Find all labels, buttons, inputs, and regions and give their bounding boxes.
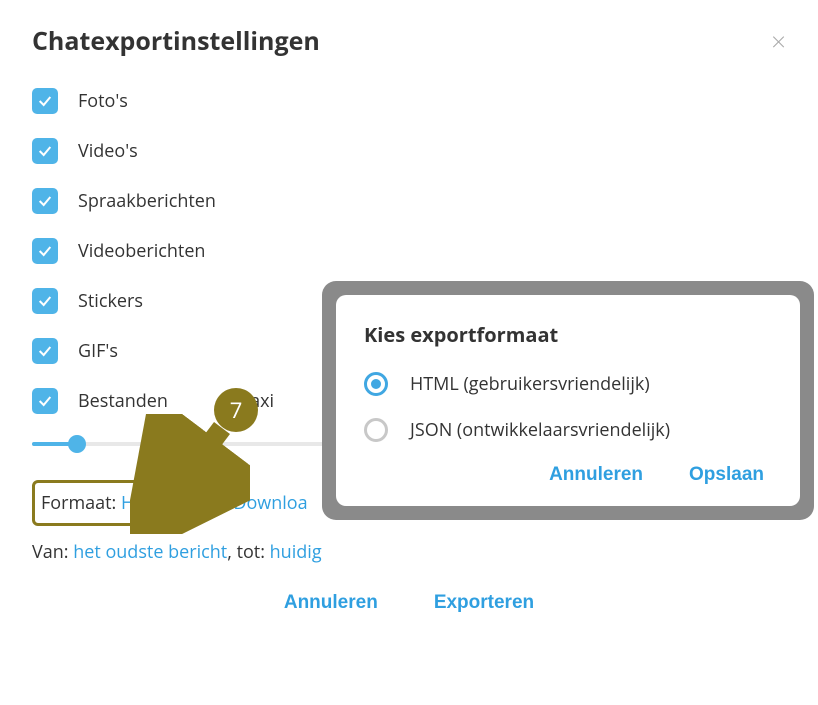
to-link[interactable]: huidig (270, 540, 322, 564)
popup-footer: Annuleren Opslaan (364, 464, 772, 486)
option-label: GIF's (78, 339, 118, 363)
option-label: Stickers (78, 289, 143, 313)
popup-title: Kies exportformaat (364, 321, 772, 348)
date-range-line: Van: het oudste bericht, tot: huidig (32, 540, 786, 564)
dialog-header: Chatexportinstellingen × (32, 24, 786, 58)
from-label: Van: (32, 540, 69, 564)
slider-thumb[interactable] (68, 435, 86, 453)
radio-label: JSON (ontwikkelaarsvriendelijk) (410, 418, 670, 442)
format-popup-container: Kies exportformaat HTML (gebruikersvrien… (322, 281, 814, 520)
option-label: Bestanden (78, 389, 168, 413)
popup-cancel-button[interactable]: Annuleren (549, 464, 643, 486)
option-voice-messages[interactable]: Spraakberichten (32, 188, 786, 214)
checkbox-icon[interactable] (32, 88, 58, 114)
dialog-title: Chatexportinstellingen (32, 24, 320, 58)
checkbox-icon[interactable] (32, 188, 58, 214)
path-link[interactable]: Downloa (233, 491, 307, 515)
size-limit-label: Maxi (234, 389, 274, 413)
popup-save-button[interactable]: Opslaan (689, 464, 764, 486)
cancel-button[interactable]: Annuleren (284, 592, 378, 614)
option-label: Video's (78, 139, 138, 163)
option-label: Foto's (78, 89, 128, 113)
from-link[interactable]: het oudste bericht (73, 540, 227, 564)
format-highlight-box: Formaat: HTML, (32, 480, 187, 526)
dialog-footer: Annuleren Exporteren (32, 592, 786, 614)
option-label: Videoberichten (78, 239, 205, 263)
radio-label: HTML (gebruikersvriendelijk) (410, 372, 650, 396)
export-button[interactable]: Exporteren (434, 592, 534, 614)
to-label: tot: (237, 540, 265, 564)
checkbox-icon[interactable] (32, 238, 58, 264)
choose-format-popup: Kies exportformaat HTML (gebruikersvrien… (336, 295, 800, 506)
format-link[interactable]: HTML (121, 491, 170, 515)
radio-option-html[interactable]: HTML (gebruikersvriendelijk) (364, 372, 772, 396)
close-icon[interactable]: × (771, 28, 786, 54)
radio-option-json[interactable]: JSON (ontwikkelaarsvriendelijk) (364, 418, 772, 442)
option-video-messages[interactable]: Videoberichten (32, 238, 786, 264)
format-label: Formaat: (41, 491, 116, 515)
option-photos[interactable]: Foto's (32, 88, 786, 114)
checkbox-icon[interactable] (32, 338, 58, 364)
format-comma: , (170, 491, 175, 515)
option-label: Spraakberichten (78, 189, 216, 213)
checkbox-icon[interactable] (32, 388, 58, 414)
option-videos[interactable]: Video's (32, 138, 786, 164)
radio-unselected-icon[interactable] (364, 418, 388, 442)
path-label: Pad: (192, 491, 229, 515)
checkbox-icon[interactable] (32, 138, 58, 164)
radio-selected-icon[interactable] (364, 372, 388, 396)
checkbox-icon[interactable] (32, 288, 58, 314)
